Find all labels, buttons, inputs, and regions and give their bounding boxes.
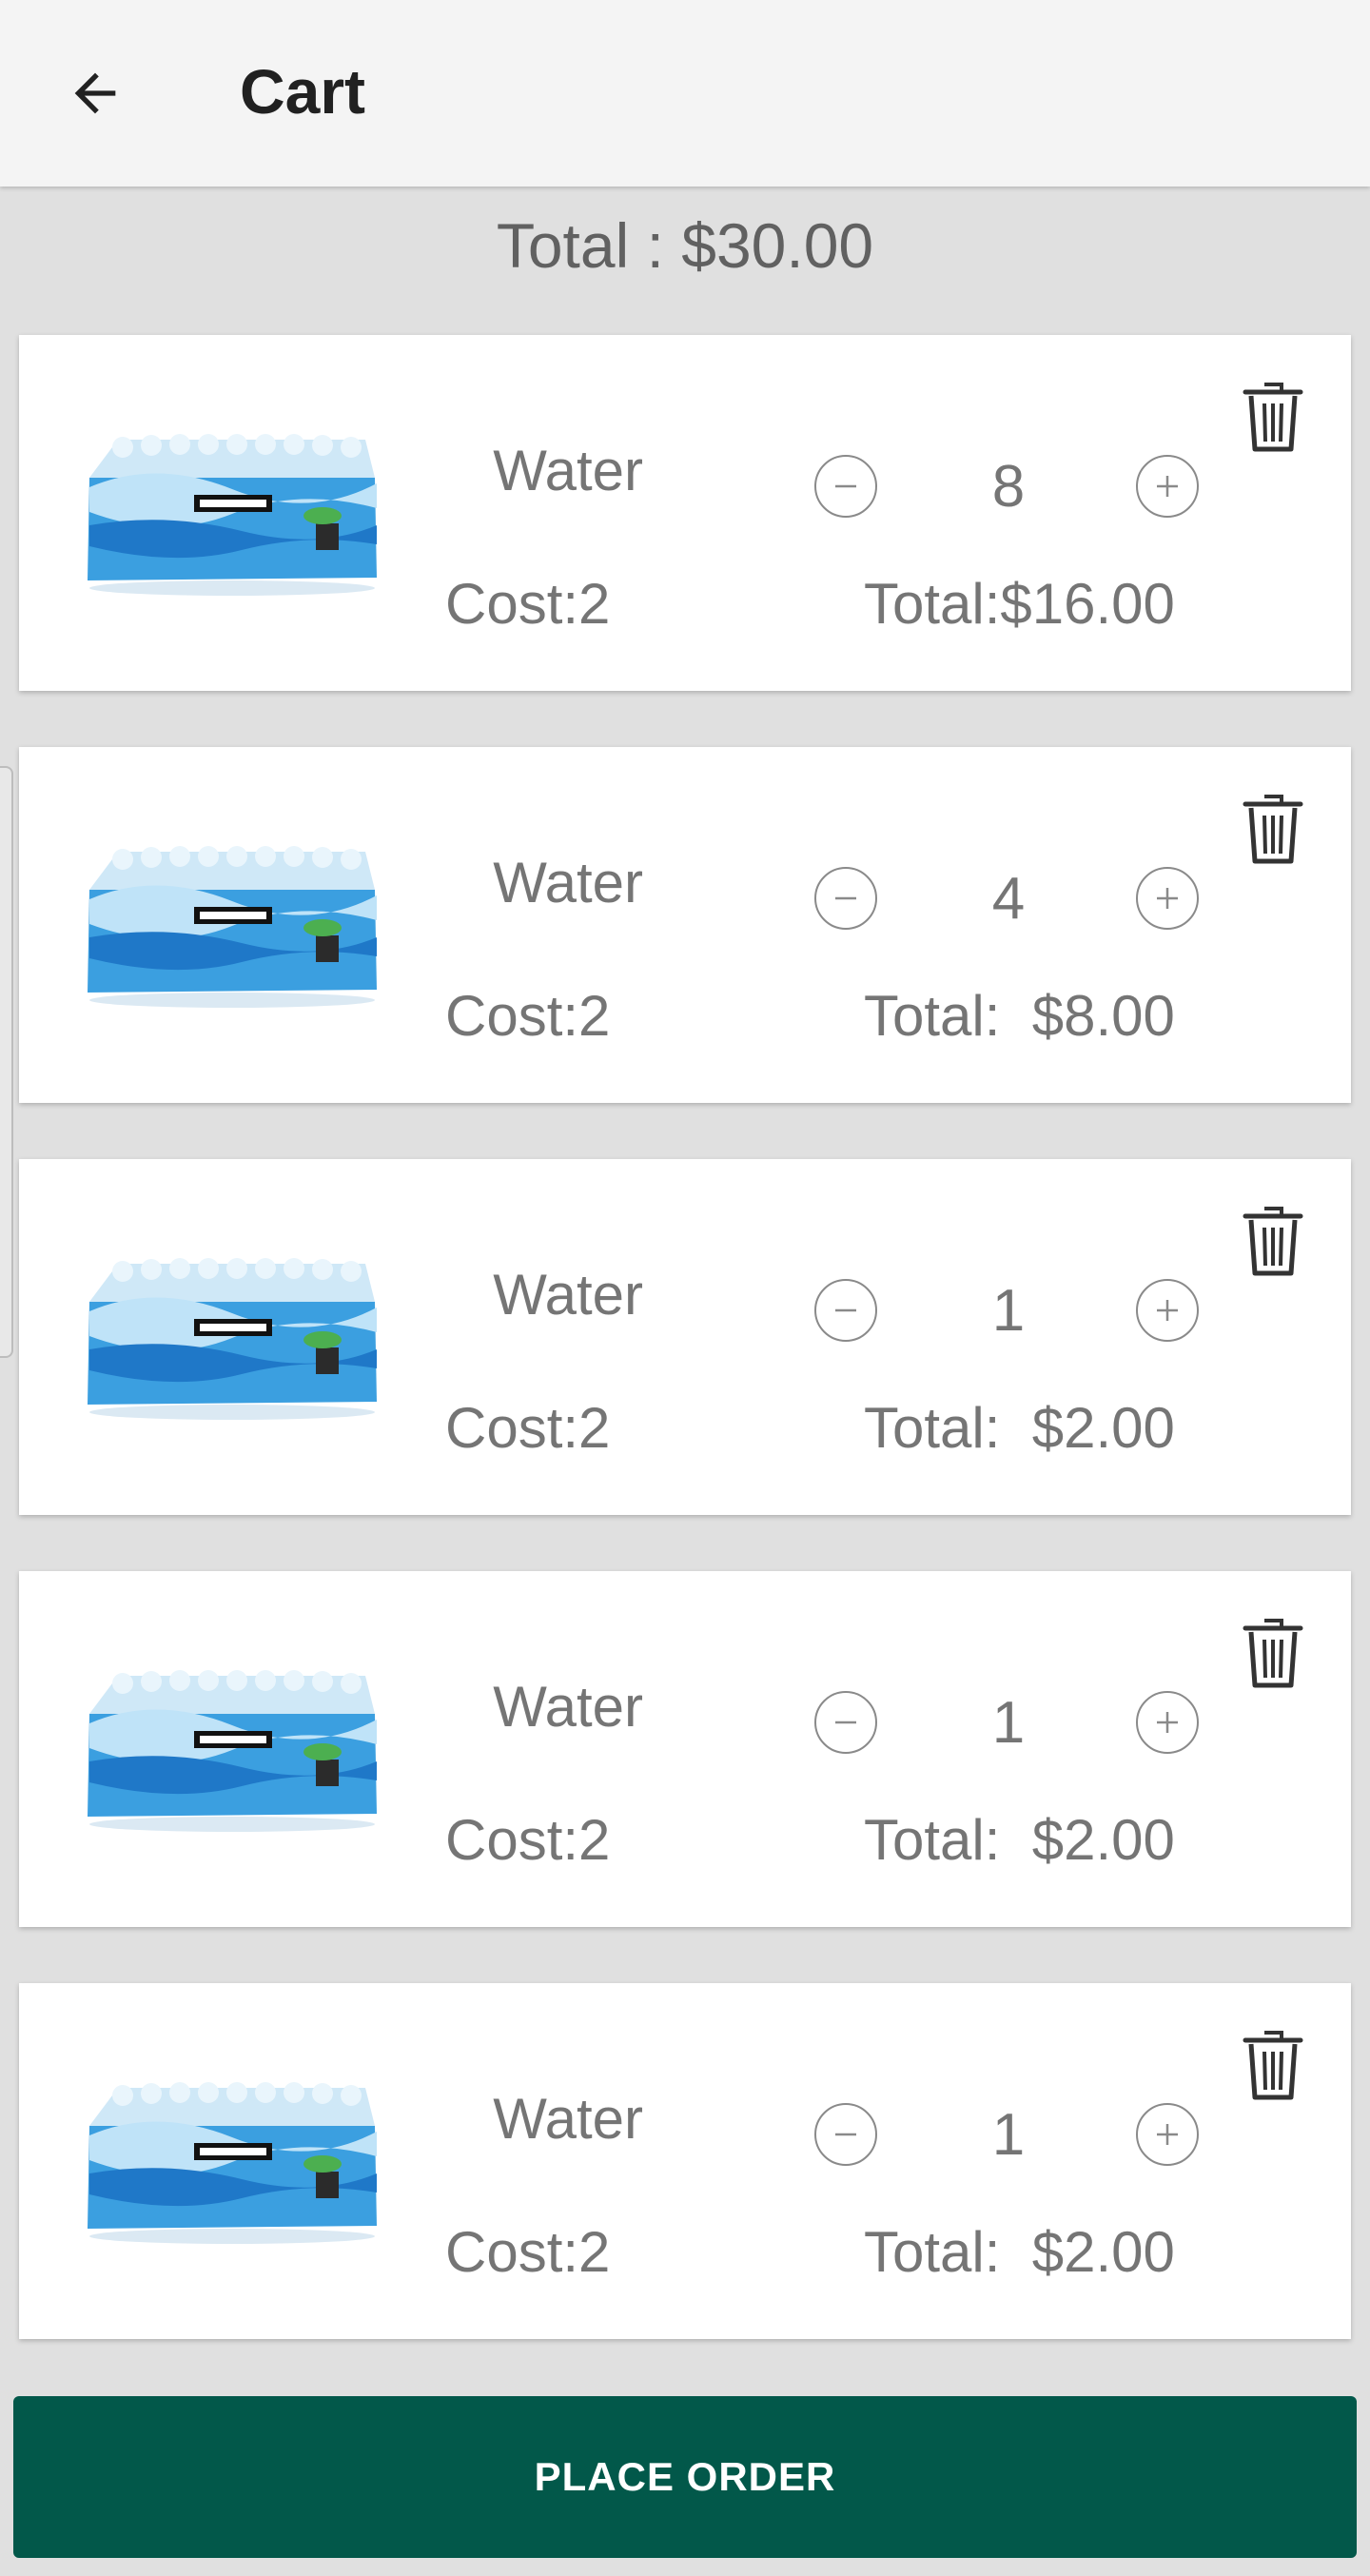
cart-item-card: Water Cost:2 8 Total:$16.00 xyxy=(19,335,1351,691)
minus-icon xyxy=(835,1308,856,1312)
water-pack-image xyxy=(88,2082,377,2244)
increase-quantity-button[interactable] xyxy=(1136,2103,1199,2166)
increase-quantity-button[interactable] xyxy=(1136,867,1199,930)
delete-item-button[interactable] xyxy=(1227,783,1319,875)
plus-icon xyxy=(1157,476,1178,497)
plus-icon xyxy=(1157,2124,1178,2145)
delete-item-button[interactable] xyxy=(1227,2019,1319,2111)
minus-icon xyxy=(835,896,856,900)
quantity-value: 4 xyxy=(991,866,1026,932)
item-line-total: Total: $2.00 xyxy=(864,1808,1175,1872)
arrow-left-icon xyxy=(74,72,116,114)
cart-item-card: Water Cost:2 1 Total: $2.00 xyxy=(19,1571,1351,1927)
plus-icon xyxy=(1157,1300,1178,1321)
cart-item-card: Water Cost:2 1 Total: $2.00 xyxy=(19,1983,1351,2339)
quantity-value: 1 xyxy=(991,1690,1026,1756)
trash-icon xyxy=(1243,1207,1303,1276)
page-title: Cart xyxy=(240,56,366,127)
water-pack-image xyxy=(88,1258,377,1420)
item-line-total: Total: $8.00 xyxy=(864,984,1175,1048)
quantity-value: 1 xyxy=(991,2102,1026,2168)
trash-icon xyxy=(1243,795,1303,864)
plus-icon xyxy=(1157,888,1178,909)
item-name: Water xyxy=(493,851,643,914)
quantity-value: 1 xyxy=(991,1278,1026,1344)
item-line-total: Total: $2.00 xyxy=(864,1396,1175,1460)
item-cost: Cost:2 xyxy=(445,984,611,1048)
cart-total: Total : $30.00 xyxy=(496,210,874,281)
cart-item-card: Water Cost:2 4 Total: $8.00 xyxy=(19,747,1351,1103)
decrease-quantity-button[interactable] xyxy=(814,455,877,518)
side-drawer-handle[interactable] xyxy=(0,766,13,1358)
cart-item-card: Water Cost:2 1 Total: $2.00 xyxy=(19,1159,1351,1515)
decrease-quantity-button[interactable] xyxy=(814,2103,877,2166)
delete-item-button[interactable] xyxy=(1227,1195,1319,1287)
delete-item-button[interactable] xyxy=(1227,371,1319,462)
decrease-quantity-button[interactable] xyxy=(814,867,877,930)
back-button[interactable] xyxy=(49,48,141,139)
item-cost: Cost:2 xyxy=(445,1808,611,1872)
item-name: Water xyxy=(493,2087,643,2151)
item-cost: Cost:2 xyxy=(445,2220,611,2284)
water-pack-image xyxy=(88,434,377,596)
place-order-button[interactable]: PLACE ORDER xyxy=(13,2396,1357,2558)
decrease-quantity-button[interactable] xyxy=(814,1279,877,1342)
water-pack-image xyxy=(88,846,377,1008)
item-line-total: Total:$16.00 xyxy=(864,572,1175,636)
item-cost: Cost:2 xyxy=(445,572,611,636)
decrease-quantity-button[interactable] xyxy=(814,1691,877,1754)
trash-icon xyxy=(1243,1619,1303,1688)
quantity-value: 8 xyxy=(991,454,1026,520)
trash-icon xyxy=(1243,383,1303,452)
delete-item-button[interactable] xyxy=(1227,1607,1319,1699)
app-bar: Cart xyxy=(0,0,1370,187)
item-name: Water xyxy=(493,439,643,502)
increase-quantity-button[interactable] xyxy=(1136,1279,1199,1342)
trash-icon xyxy=(1243,2031,1303,2100)
increase-quantity-button[interactable] xyxy=(1136,455,1199,518)
minus-icon xyxy=(835,484,856,488)
minus-icon xyxy=(835,2133,856,2136)
item-name: Water xyxy=(493,1263,643,1327)
plus-icon xyxy=(1157,1712,1178,1733)
increase-quantity-button[interactable] xyxy=(1136,1691,1199,1754)
item-line-total: Total: $2.00 xyxy=(864,2220,1175,2284)
water-pack-image xyxy=(88,1670,377,1832)
item-name: Water xyxy=(493,1675,643,1739)
minus-icon xyxy=(835,1721,856,1724)
item-cost: Cost:2 xyxy=(445,1396,611,1460)
